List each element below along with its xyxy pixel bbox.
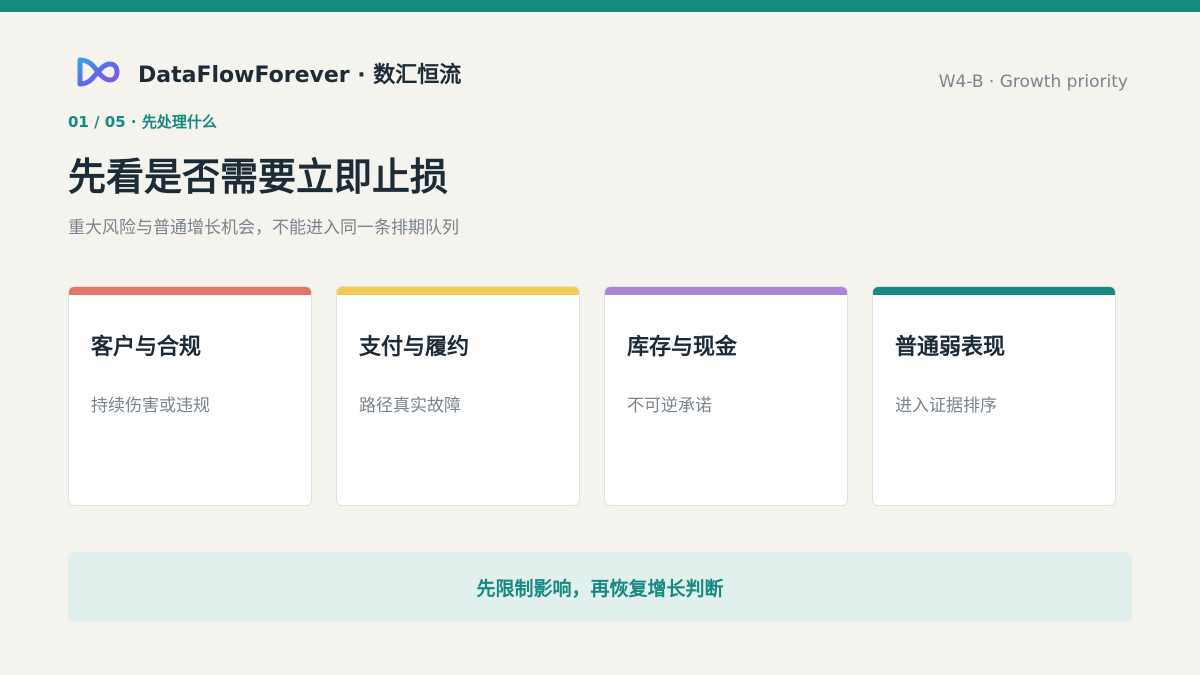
card-stripe xyxy=(337,287,579,295)
step-indicator: 01 / 05 · 先处理什么 xyxy=(68,113,217,131)
card-title: 普通弱表现 xyxy=(895,335,1006,360)
card-stripe xyxy=(873,287,1115,295)
summary-banner-text: 先限制影响，再恢复增长判断 xyxy=(476,577,724,600)
card-description: 持续伤害或违规 xyxy=(91,396,210,416)
card-title: 库存与现金 xyxy=(627,335,738,360)
card-customer-compliance: 客户与合规 持续伤害或违规 xyxy=(68,286,312,506)
card-payment-fulfillment: 支付与履约 路径真实故障 xyxy=(336,286,580,506)
card-stripe xyxy=(69,287,311,295)
card-stripe xyxy=(605,287,847,295)
card-description: 路径真实故障 xyxy=(359,396,461,416)
card-title: 支付与履约 xyxy=(359,335,470,360)
card-title: 客户与合规 xyxy=(91,335,202,360)
card-weak-performance: 普通弱表现 进入证据排序 xyxy=(872,286,1116,506)
summary-banner: 先限制影响，再恢复增长判断 xyxy=(68,552,1132,622)
card-description: 不可逆承诺 xyxy=(627,396,712,416)
brand-name: DataFlowForever · 数汇恒流 xyxy=(138,63,462,88)
document-tag: W4-B · Growth priority xyxy=(938,72,1128,92)
page-subtitle: 重大风险与普通增长机会，不能进入同一条排期队列 xyxy=(68,218,459,238)
card-description: 进入证据排序 xyxy=(895,396,997,416)
top-accent-bar xyxy=(0,0,1200,12)
category-cards: 客户与合规 持续伤害或违规 支付与履约 路径真实故障 库存与现金 不可逆承诺 普… xyxy=(68,286,1116,506)
infinity-logo-icon xyxy=(77,57,120,87)
page-title: 先看是否需要立即止损 xyxy=(68,155,449,199)
card-inventory-cash: 库存与现金 不可逆承诺 xyxy=(604,286,848,506)
brand: DataFlowForever · 数汇恒流 xyxy=(76,56,461,90)
